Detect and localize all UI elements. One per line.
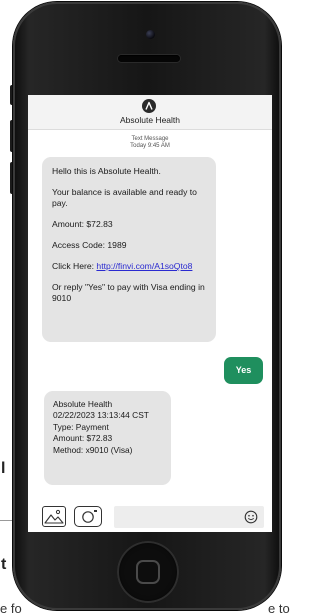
background-text-fragment: e to <box>268 601 290 616</box>
phone-screen: Absolute Health Text Message Today 9:45 … <box>28 95 272 532</box>
home-button[interactable] <box>117 541 179 603</box>
home-square-icon <box>136 560 160 584</box>
message-greeting: Hello this is Absolute Health. <box>52 166 161 176</box>
background-text-fragment: e fo <box>0 601 22 616</box>
message-balance-text: Your balance is available and ready to p… <box>52 187 197 208</box>
contact-name: Absolute Health <box>119 115 180 125</box>
background-divider <box>0 520 14 521</box>
background-text-fragment: l <box>1 460 6 477</box>
message-payment-link-line: Click Here: http://finvi.com/A1soQto8 <box>52 261 206 272</box>
front-camera-icon <box>146 30 155 39</box>
conversation-header: Absolute Health <box>28 95 272 130</box>
message-type-label: Text Message <box>131 136 169 142</box>
confirmation-sender: Absolute Health <box>53 399 113 409</box>
message-reply-instructions: Or reply "Yes" to pay with Visa ending i… <box>52 282 205 303</box>
confirmation-datetime: 02/22/2023 13:13:44 CST <box>53 410 149 421</box>
message-amount: Amount: $72.83 <box>52 219 113 229</box>
message-link-prefix: Click Here: <box>52 261 97 271</box>
confirmation-amount: Amount: $72.83 <box>53 433 113 444</box>
image-gallery-icon[interactable] <box>42 506 66 527</box>
payment-confirmation-bubble: Absolute Health 02/22/2023 13:13:44 CST … <box>44 391 171 485</box>
payment-link[interactable]: http://finvi.com/A1soQto8 <box>96 261 192 271</box>
confirmation-method: Method: x9010 (Visa) <box>53 444 133 455</box>
message-timestamp: Today 9:45 AM <box>130 143 170 149</box>
page: l t e fo e to Absolute Health Text Messa… <box>0 0 292 616</box>
absolute-health-logo-icon <box>142 99 156 113</box>
message-access-code: Access Code: 1989 <box>52 240 127 250</box>
emoji-smiley-icon[interactable] <box>244 510 258 524</box>
outgoing-message-bubble: Yes <box>224 357 263 384</box>
message-composer <box>28 499 272 532</box>
background-text-fragment: t <box>1 556 7 573</box>
incoming-message-bubble: Hello this is Absolute Health. Your bala… <box>42 157 216 342</box>
camera-icon[interactable] <box>74 506 102 527</box>
earpiece-speaker <box>118 55 180 62</box>
message-input[interactable] <box>114 506 264 528</box>
confirmation-type: Type: Payment <box>53 421 109 432</box>
